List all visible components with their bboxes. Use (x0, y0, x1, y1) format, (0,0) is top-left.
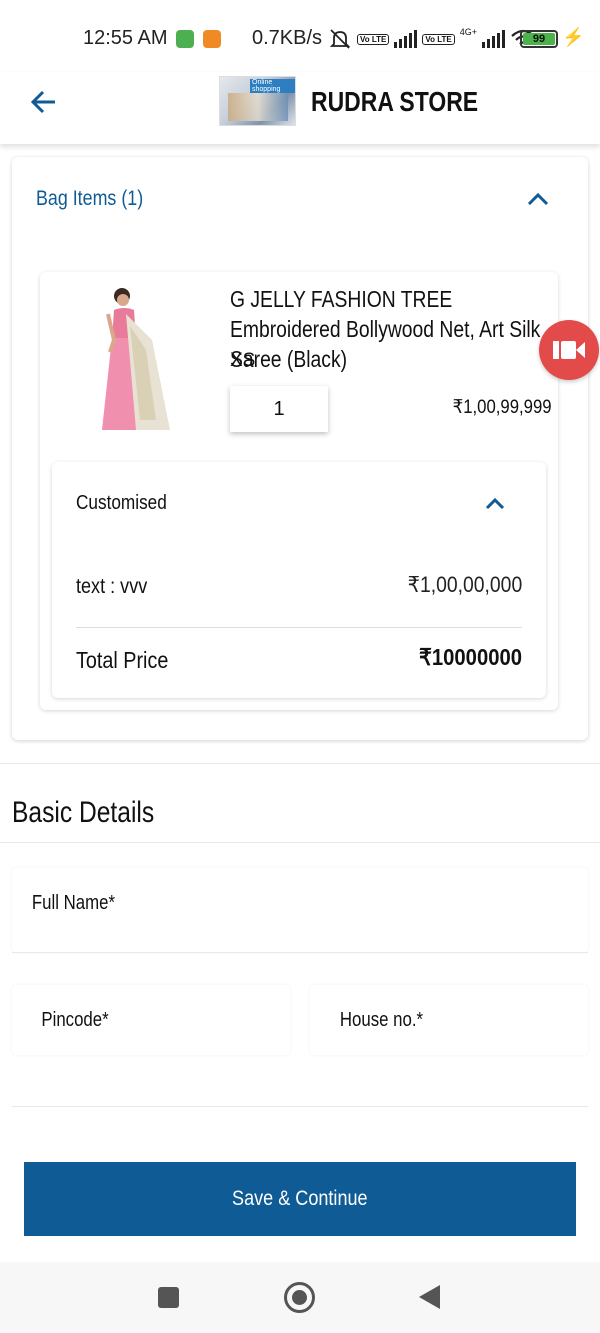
signal-icon-2 (482, 30, 506, 48)
field-underline (12, 1106, 588, 1107)
status-icons: Vo LTE Vo LTE 4G+ (328, 26, 536, 52)
status-bar: 12:55 AM 0.7KB/s Vo LTE Vo LTE 4G+ 99 ⚡ (0, 0, 600, 72)
status-time: 12:55 AM (83, 27, 168, 49)
full-name-field[interactable]: Full Name* (12, 868, 588, 952)
save-continue-button[interactable]: Save & Continue (24, 1162, 576, 1236)
logo-text: Online shopping (250, 79, 295, 93)
product-image (96, 280, 180, 438)
app-bar: Online shopping RUDRA STORE (0, 72, 600, 144)
battery-level: 99 (523, 33, 555, 45)
system-nav-bar (0, 1262, 600, 1333)
screen-record-button[interactable] (539, 320, 599, 380)
back-button[interactable] (24, 82, 64, 122)
recents-icon[interactable] (158, 1287, 179, 1308)
collapse-bag-button[interactable] (520, 185, 556, 213)
network-type: 4G+ (459, 27, 478, 37)
video-camera-icon (553, 341, 585, 359)
full-name-label: Full Name* (31, 892, 116, 914)
total-price-value: ₹10000000 (419, 644, 522, 670)
logo-image (228, 93, 288, 121)
chevron-up-icon (485, 497, 505, 509)
customised-title[interactable]: Customised (76, 492, 167, 515)
mute-icon (329, 29, 351, 49)
save-continue-label: Save & Continue (232, 1187, 368, 1210)
notification-camera-icon (203, 30, 221, 48)
collapse-customised-button[interactable] (480, 490, 510, 516)
notification-app-icon (176, 30, 194, 48)
product-price: ₹1,00,99,999 (452, 397, 552, 418)
product-name: G JELLY FASHION TREE Embroidered Bollywo… (230, 286, 541, 372)
chevron-up-icon (527, 192, 549, 206)
battery-icon: 99 (520, 30, 558, 48)
charging-icon: ⚡ (562, 27, 585, 47)
bag-item-card: G JELLY FASHION TREE Embroidered Bollywo… (40, 272, 558, 710)
house-no-label: House no.* (339, 1009, 424, 1031)
home-icon[interactable] (284, 1282, 315, 1313)
back-triangle-icon[interactable] (419, 1285, 440, 1309)
field-underline (12, 952, 588, 953)
total-price-label: Total Price (76, 647, 169, 673)
product-size: XS (230, 350, 256, 371)
basic-details-title: Basic Details (12, 796, 155, 829)
quantity-field[interactable]: 1 (230, 386, 328, 432)
bag-items-panel: Bag Items (1) G JELLY FASHION TREE Embro… (12, 157, 588, 740)
volte-badge-2: Vo LTE (422, 33, 455, 45)
custom-text-label: text : vvv (76, 575, 148, 598)
pincode-field[interactable]: Pincode* (12, 985, 290, 1055)
divider (76, 627, 522, 628)
pincode-label: Pincode* (41, 1009, 109, 1031)
arrow-left-icon (30, 90, 55, 114)
house-no-field[interactable]: House no.* (310, 985, 588, 1055)
custom-text-price: ₹1,00,00,000 (407, 572, 522, 597)
network-speed: 0.7KB/s (252, 27, 323, 49)
section-divider (0, 842, 600, 843)
store-logo: Online shopping (219, 76, 296, 126)
volte-badge-1: Vo LTE (357, 33, 390, 45)
bag-items-header[interactable]: Bag Items (1) (36, 187, 143, 211)
signal-icon-1 (394, 30, 418, 48)
store-title: RUDRA STORE (311, 86, 479, 117)
section-divider (0, 763, 600, 764)
customised-panel: Customised text : vvv ₹1,00,00,000 Total… (52, 462, 546, 698)
